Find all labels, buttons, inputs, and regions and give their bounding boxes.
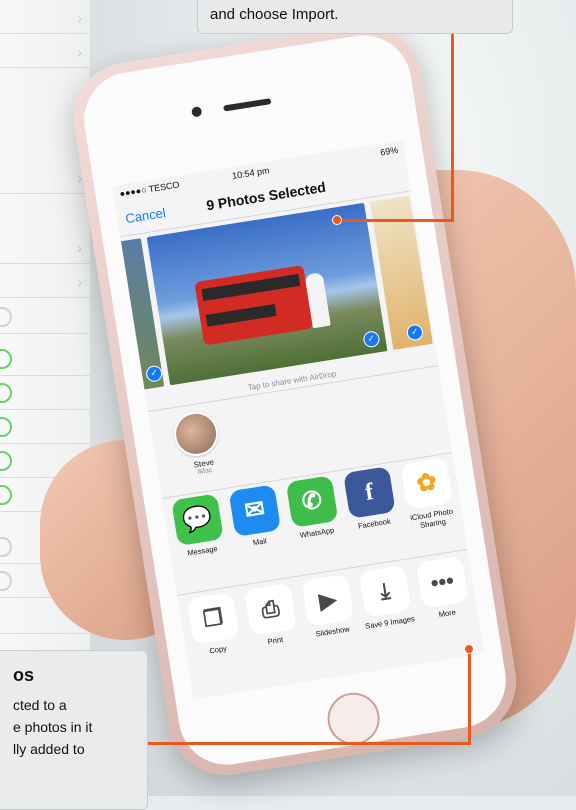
leader-line: [451, 34, 454, 220]
radio-circle: [0, 383, 12, 403]
checkmark-icon: ✓: [362, 330, 381, 349]
radio-circle: [0, 307, 12, 327]
leader-dot: [464, 644, 474, 654]
leader-line: [338, 219, 454, 222]
share-app-mail[interactable]: ✉ Mail: [226, 484, 287, 550]
radio-circle: [0, 417, 12, 437]
callout-line: cted to a: [13, 697, 67, 713]
battery-label: 69%: [379, 144, 399, 158]
action-slideshow[interactable]: ▶ Slideshow: [298, 574, 359, 640]
share-app-message[interactable]: 💬 Message: [168, 493, 229, 559]
chevron-right-icon: ›: [77, 240, 82, 256]
chevron-right-icon: ›: [77, 274, 82, 290]
app-label: WhatsApp: [299, 525, 335, 540]
speaker-grille: [223, 98, 272, 112]
action-label: More: [438, 607, 457, 620]
callout-line: lly added to: [13, 741, 85, 757]
chevron-right-icon: ›: [77, 10, 82, 26]
radio-circle: [0, 451, 12, 471]
app-label: iCloud Photo Sharing: [409, 506, 454, 530]
leader-line: [148, 742, 470, 745]
cancel-button[interactable]: Cancel: [124, 205, 166, 226]
radio-circle: [0, 485, 12, 505]
checkmark-icon: ✓: [405, 323, 425, 342]
action-print[interactable]: ⎙ Print: [241, 583, 302, 649]
app-label: Message: [186, 544, 219, 558]
home-button[interactable]: [323, 689, 384, 749]
checkmark-icon: ✓: [145, 364, 164, 383]
leader-line: [468, 650, 471, 745]
more-icon: •••: [416, 555, 469, 609]
leader-dot: [332, 215, 342, 225]
share-app-icloud-photo-sharing[interactable]: ✿ iCloud Photo Sharing: [397, 457, 459, 532]
app-label: Facebook: [357, 516, 392, 531]
callout-heading: os: [13, 665, 35, 685]
photo-thumbnail-bus[interactable]: ✓: [146, 202, 388, 386]
action-label: Save 9 Images: [364, 614, 416, 631]
facebook-icon: f: [343, 466, 396, 519]
action-label: Print: [267, 634, 284, 647]
play-icon: ▶: [301, 574, 355, 627]
avatar: [170, 408, 222, 460]
action-save-images[interactable]: ⤓ Save 9 Images: [356, 564, 417, 631]
app-label: Mail: [252, 536, 268, 548]
print-icon: ⎙: [244, 583, 297, 636]
copy-icon: ❐: [186, 592, 240, 645]
airdrop-contact[interactable]: Steve iMac: [170, 408, 230, 479]
photos-icon: ✿: [400, 457, 453, 510]
bus-image: [194, 265, 314, 346]
action-copy[interactable]: ❐ Copy: [184, 592, 245, 658]
radio-circle: [0, 349, 12, 369]
callout-top: and choose Import.: [197, 0, 513, 34]
callout-top-text: and choose Import.: [210, 6, 339, 23]
chevron-right-icon: ›: [77, 44, 82, 60]
radio-circle: [0, 571, 12, 591]
radio-circle: [0, 537, 12, 557]
share-sheet-screen: ●●●●○ TESCO 10:54 pm 69% Cancel 9 Photos…: [112, 139, 484, 700]
whatsapp-icon: ✆: [285, 475, 339, 528]
callout-line: e photos in it: [13, 719, 93, 735]
callout-bottom: os cted to a e photos in it lly added to: [0, 650, 148, 810]
share-app-whatsapp[interactable]: ✆ WhatsApp: [283, 475, 344, 541]
action-label: Slideshow: [315, 624, 351, 639]
message-icon: 💬: [171, 493, 224, 547]
clock: 10:54 pm: [231, 165, 271, 182]
action-more[interactable]: ••• More: [413, 555, 474, 621]
front-camera: [190, 106, 203, 118]
mail-icon: ✉: [228, 484, 282, 537]
save-image-icon: ⤓: [358, 564, 412, 618]
action-label: Copy: [208, 643, 228, 656]
share-app-facebook[interactable]: f Facebook: [340, 466, 401, 532]
